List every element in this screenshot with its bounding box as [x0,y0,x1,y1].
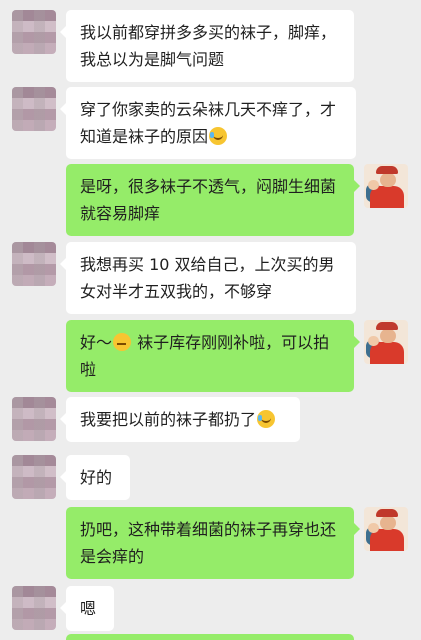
message-text: 嗯 [80,599,97,618]
chat-thread: 我以前都穿拼多多买的袜子，脚痒，我总以为是脚气问题 穿了你家卖的云朵袜几天不痒了… [0,0,421,640]
message-text: 好～ [80,333,113,352]
customer-avatar[interactable] [12,242,56,286]
message-bubble[interactable]: 穿了你家卖的云朵袜几天不痒了，才知道是袜子的原因 [60,87,356,159]
message-text: 穿了你家卖的云朵袜几天不痒了，才知道是袜子的原因 [80,100,337,146]
message-text: 我想再买 10 双给自己，上次买的男女对半才五双我的，不够穿 [80,255,335,301]
message-bubble[interactable]: 我以前都穿拼多多买的袜子，脚痒，我总以为是脚气问题 [60,10,354,82]
customer-avatar[interactable] [12,455,56,499]
message-bubble[interactable]: 好的 [60,455,130,500]
message-bubble[interactable]: 好～ 袜子库存刚刚补啦，可以拍啦 [66,320,360,392]
shop-avatar[interactable] [364,320,408,364]
shop-avatar[interactable] [364,164,408,208]
message-bubble[interactable]: 是呀，很多袜子不透气，闷脚生细菌就容易脚痒 [66,164,360,236]
message-text: 我以前都穿拼多多买的袜子，脚痒，我总以为是脚气问题 [80,23,337,69]
customer-avatar[interactable] [12,397,56,441]
message-text: 是呀，很多袜子不透气，闷脚生细菌就容易脚痒 [80,177,337,223]
message-text: 好的 [80,468,113,487]
customer-avatar[interactable] [12,87,56,131]
shop-avatar[interactable] [364,507,408,551]
message-bubble-partial [66,634,354,640]
tears-of-joy-icon [257,410,276,428]
customer-avatar[interactable] [12,586,56,630]
message-bubble[interactable]: 嗯 [60,586,114,631]
message-bubble[interactable]: 我要把以前的袜子都扔了 [60,397,300,442]
message-bubble[interactable]: 扔吧，这种带着细菌的袜子再穿也还是会痒的 [66,507,360,579]
message-text: 我要把以前的袜子都扔了 [80,410,257,429]
customer-avatar[interactable] [12,10,56,54]
message-bubble[interactable]: 我想再买 10 双给自己，上次买的男女对半才五双我的，不够穿 [60,242,356,314]
message-text: 扔吧，这种带着细菌的袜子再穿也还是会痒的 [80,520,337,566]
tears-of-joy-icon [209,127,228,145]
thinking-face-icon [113,333,132,351]
